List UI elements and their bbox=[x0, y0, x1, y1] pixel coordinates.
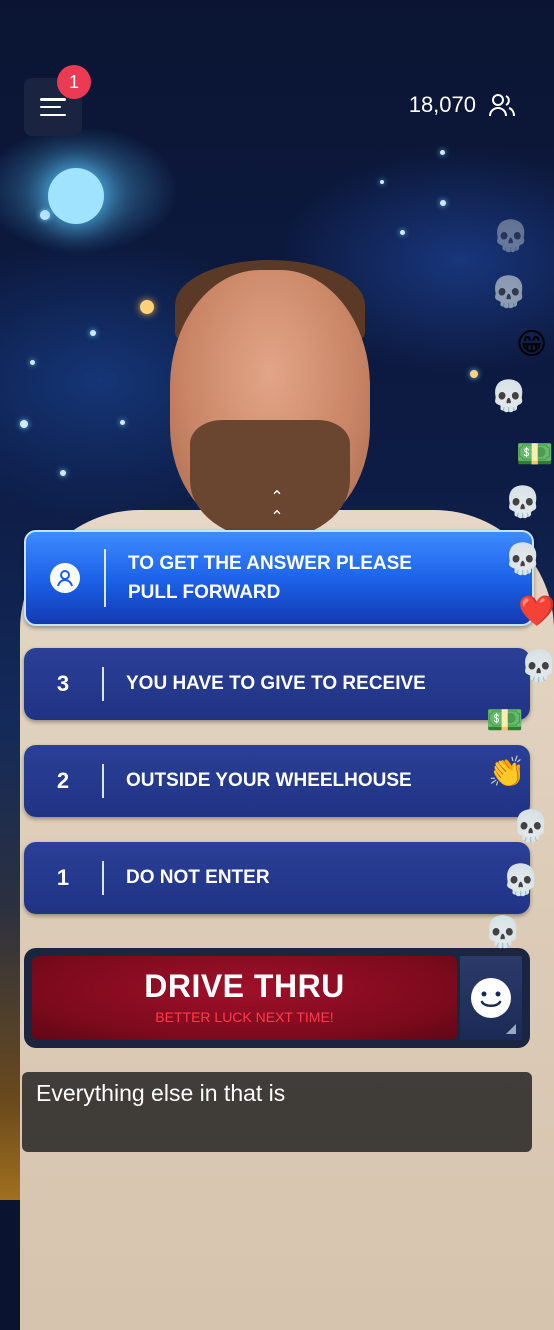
clapping-hands-icon: 👏 bbox=[488, 756, 526, 789]
answer-option-3[interactable]: 3 YOU HAVE TO GIVE TO RECEIVE bbox=[24, 648, 530, 720]
notification-badge: 1 bbox=[57, 65, 91, 99]
answer-option-1[interactable]: 1 DO NOT ENTER bbox=[24, 842, 530, 914]
divider bbox=[102, 667, 104, 701]
viewer-count: 18,070 bbox=[409, 92, 516, 118]
result-panel: DRIVE THRU BETTER LUCK NEXT TIME! bbox=[24, 948, 530, 1048]
money-icon: 💵 bbox=[516, 438, 554, 471]
user-circle-icon bbox=[50, 563, 80, 593]
result-title: DRIVE THRU bbox=[144, 968, 345, 1004]
answer-option-2[interactable]: 2 OUTSIDE YOUR WHEELHOUSE bbox=[24, 745, 530, 817]
skull-icon: 💀 bbox=[504, 543, 542, 576]
answer-text: YOU HAVE TO GIVE TO RECEIVE bbox=[126, 673, 426, 694]
money-icon: 💵 bbox=[486, 704, 524, 737]
answer-icon-slot bbox=[26, 563, 104, 593]
result-subtitle: BETTER LUCK NEXT TIME! bbox=[155, 1009, 334, 1025]
react-button[interactable] bbox=[460, 956, 522, 1040]
resize-corner-icon bbox=[506, 1024, 516, 1034]
answer-text: DO NOT ENTER bbox=[126, 867, 270, 888]
skull-icon: 💀 bbox=[512, 810, 550, 843]
divider bbox=[102, 861, 104, 895]
smile-icon bbox=[471, 978, 511, 1018]
chevron-up-icon[interactable]: ⌃ ⌃ bbox=[266, 487, 288, 526]
divider bbox=[104, 549, 106, 607]
answer-text: OUTSIDE YOUR WHEELHOUSE bbox=[126, 770, 412, 791]
viewer-count-label: 18,070 bbox=[408, 92, 476, 117]
result-banner: DRIVE THRU BETTER LUCK NEXT TIME! bbox=[32, 956, 457, 1040]
answer-number: 1 bbox=[56, 865, 70, 890]
grinning-face-icon: 😁 bbox=[516, 328, 548, 361]
skull-icon: 💀 bbox=[492, 220, 530, 253]
answer-option-selected[interactable]: TO GET THE ANSWER PLEASE PULL FORWARD bbox=[24, 530, 534, 626]
answer-number: 3 bbox=[56, 671, 70, 696]
skull-icon: 💀 bbox=[504, 486, 542, 519]
viewers-icon bbox=[489, 94, 515, 117]
skull-icon: 💀 bbox=[484, 916, 522, 949]
skull-icon: 💀 bbox=[520, 650, 554, 683]
skull-icon: 💀 bbox=[490, 276, 528, 309]
presenter-shirt bbox=[20, 510, 554, 1330]
divider bbox=[102, 764, 104, 798]
menu-icon bbox=[40, 98, 66, 116]
live-caption: Everything else in that is bbox=[22, 1072, 532, 1152]
heart-icon: ❤️ bbox=[518, 595, 554, 628]
answer-text: TO GET THE ANSWER PLEASE PULL FORWARD bbox=[128, 553, 412, 603]
skull-icon: 💀 bbox=[490, 380, 528, 413]
skull-icon: 💀 bbox=[502, 864, 540, 897]
answer-number: 2 bbox=[56, 768, 70, 793]
